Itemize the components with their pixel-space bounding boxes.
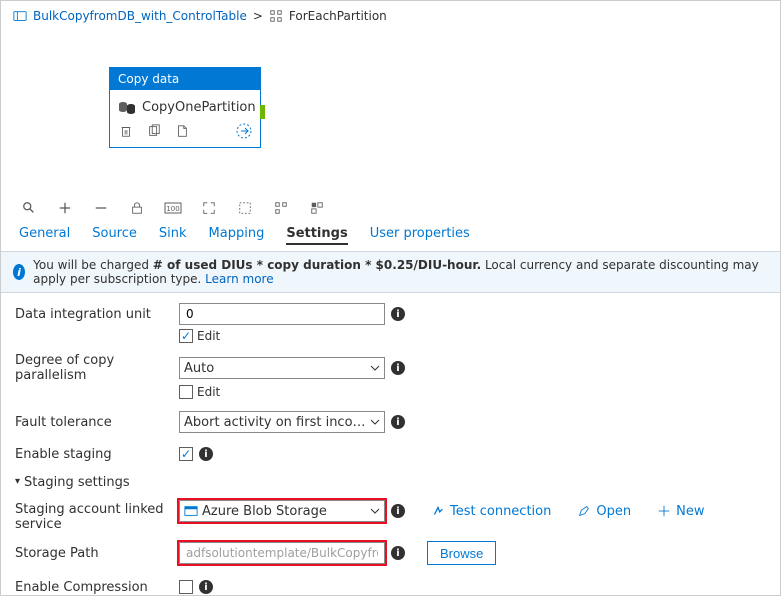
enable-compression-label: Enable Compression [15,580,179,595]
tab-mapping[interactable]: Mapping [209,224,265,245]
linked-service-label: Staging account linked service [15,500,179,532]
add-output-icon[interactable] [236,123,252,139]
activity-type-label: Copy data [110,68,260,90]
new-link[interactable]: New [657,504,704,519]
info-icon[interactable]: i [199,580,213,594]
canvas-toolbar: 100 [1,191,780,224]
enable-compression-checkbox[interactable] [179,580,193,594]
fault-label: Fault tolerance [15,415,179,430]
edit-icon [577,504,591,518]
settings-tabs: General Source Sink Mapping Settings Use… [1,224,780,251]
zoom-out-icon[interactable] [93,200,109,216]
copy-icon[interactable] [174,123,190,139]
breadcrumb-root-link[interactable]: BulkCopyfromDB_with_ControlTable [33,9,247,23]
diu-input[interactable] [179,303,385,325]
delete-icon[interactable] [118,123,134,139]
lock-icon[interactable] [129,200,145,216]
tab-source[interactable]: Source [92,224,137,245]
breadcrumb-current: ForEachPartition [289,9,387,23]
plus-icon [657,504,671,518]
info-icon[interactable]: i [199,447,213,461]
pricing-info-banner: i You will be charged # of used DIUs * c… [1,251,780,293]
storage-path-label: Storage Path [15,546,179,561]
storage-path-input[interactable] [179,542,385,564]
align-icon[interactable] [273,200,289,216]
info-icon[interactable]: i [391,546,405,560]
browse-button[interactable]: Browse [427,541,496,565]
parallelism-select[interactable]: Auto [179,357,385,379]
fault-value: Abort activity on first incompatible row [184,415,366,430]
open-link[interactable]: Open [577,504,631,519]
info-icon[interactable]: i [391,415,405,429]
linked-service-select[interactable]: Azure Blob Storage [179,500,385,522]
parallelism-edit-checkbox[interactable] [179,385,193,399]
search-icon[interactable] [21,200,37,216]
learn-more-link[interactable]: Learn more [205,272,273,286]
tab-general[interactable]: General [19,224,70,245]
blob-storage-icon [184,504,198,518]
chevron-down-icon [370,505,380,520]
staging-settings-toggle[interactable]: Staging settings [15,475,766,490]
edit-label: Edit [197,385,220,399]
parallelism-value: Auto [184,361,214,376]
fullscreen-icon[interactable] [201,200,217,216]
chevron-down-icon [370,416,380,431]
staging-settings-label: Staging settings [24,475,130,490]
settings-form: Data integration unit i Edit Degree of c… [1,293,780,614]
clone-icon[interactable] [146,123,162,139]
zoom-fit-icon[interactable]: 100 [165,200,181,216]
info-icon[interactable]: i [391,504,405,518]
foreach-icon [269,9,283,23]
edit-label: Edit [197,329,220,343]
enable-staging-label: Enable staging [15,447,179,462]
diu-label: Data integration unit [15,307,179,322]
activity-name: CopyOnePartition [142,100,256,115]
output-connector[interactable] [260,105,265,119]
copy-data-icon [118,101,136,115]
enable-staging-checkbox[interactable] [179,447,193,461]
parallelism-label: Degree of copy parallelism [15,353,179,383]
activity-card[interactable]: Copy data CopyOnePartition [109,67,261,148]
diu-edit-checkbox[interactable] [179,329,193,343]
pipeline-canvas[interactable]: Copy data CopyOnePartition [1,31,780,191]
chevron-down-icon [370,362,380,377]
breadcrumb: BulkCopyfromDB_with_ControlTable > ForEa… [1,1,780,31]
test-connection-link[interactable]: Test connection [431,504,551,519]
pipeline-icon [13,9,27,23]
layout-icon[interactable] [309,200,325,216]
tab-settings[interactable]: Settings [286,224,347,245]
fault-tolerance-select[interactable]: Abort activity on first incompatible row [179,411,385,433]
select-icon[interactable] [237,200,253,216]
linked-service-value: Azure Blob Storage [202,504,327,519]
breadcrumb-separator: > [253,9,263,23]
tab-sink[interactable]: Sink [159,224,187,245]
info-icon[interactable]: i [391,361,405,375]
test-connection-icon [431,504,445,518]
info-icon: i [13,264,25,280]
svg-text:100: 100 [166,205,179,213]
banner-text: You will be charged # of used DIUs * cop… [33,258,768,286]
tab-user-properties[interactable]: User properties [370,224,470,245]
zoom-in-icon[interactable] [57,200,73,216]
info-icon[interactable]: i [391,307,405,321]
